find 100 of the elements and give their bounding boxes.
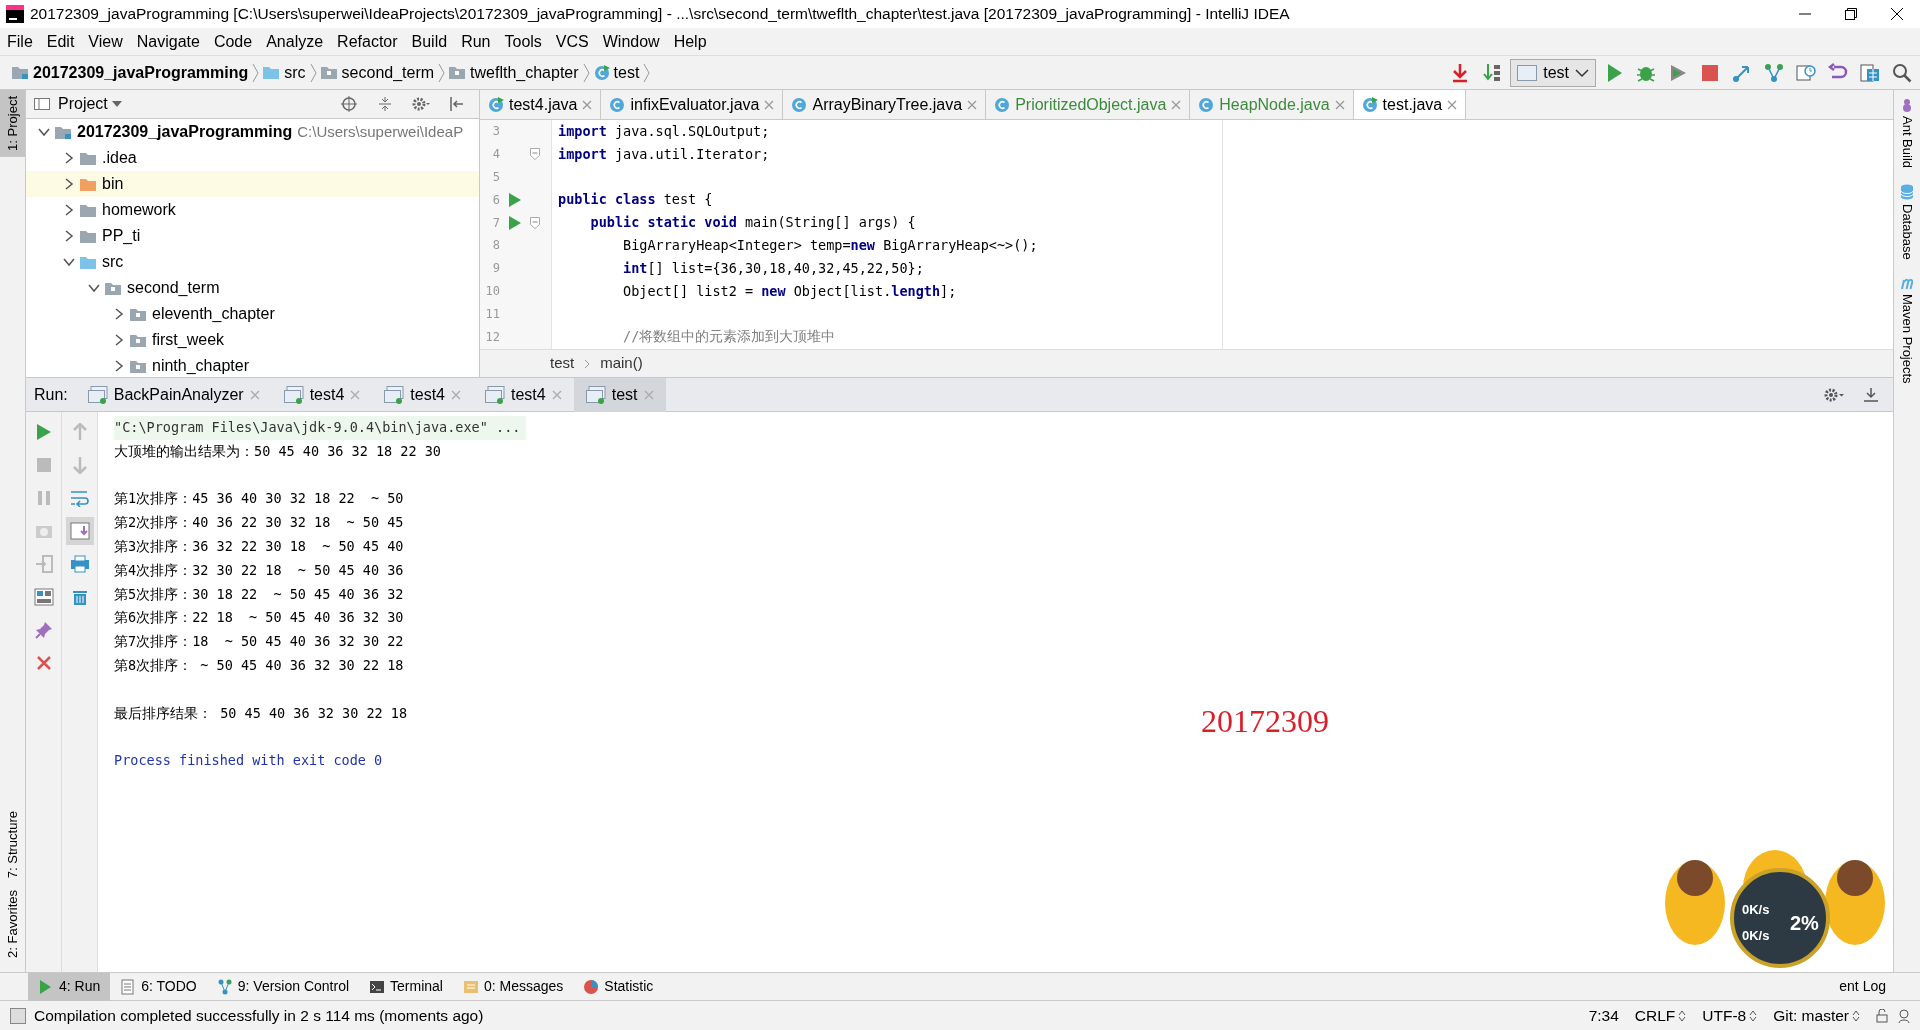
line-separator-selector[interactable]: CRLF [1626, 1003, 1695, 1028]
exit-door-icon [34, 555, 53, 573]
tree-item[interactable]: src [26, 249, 479, 275]
camera-icon [34, 523, 53, 539]
breadcrumb-item[interactable]: tweflth_chapter [445, 60, 583, 85]
folder-icon [130, 358, 147, 374]
tool-window-tab[interactable]: 6: TODO [110, 972, 207, 1001]
project-view-dropdown[interactable]: Project [58, 92, 122, 116]
statistic-tab-icon [583, 978, 600, 995]
console-line: 第8次排序： ~ 50 45 40 36 32 30 22 18 [114, 656, 404, 673]
lock-icon [1876, 1008, 1888, 1023]
caret-position[interactable]: 7:34 [1580, 1003, 1627, 1028]
tree-item-label: homework [102, 200, 176, 220]
download-arrow-icon [1451, 62, 1470, 83]
download-speed: 0K/s [1742, 927, 1770, 945]
tree-item[interactable]: eleventh_chapter [26, 301, 479, 327]
tree-item[interactable]: bin [26, 171, 479, 197]
menu-item[interactable]: Refactor [330, 29, 405, 54]
code-line: int[] list={36,30,18,40,32,45,22,50}; [622, 259, 924, 276]
console-window-icon [485, 385, 505, 404]
menu-item[interactable]: View [81, 29, 130, 54]
up-down-arrows-icon [1678, 1009, 1687, 1022]
menu-item[interactable]: Run [454, 29, 498, 54]
tree-item-label: second_term [127, 278, 220, 298]
pin-icon [34, 621, 53, 639]
project-path: C:\Users\superwei\IdeaP [297, 121, 464, 142]
project-view-icon [34, 96, 50, 112]
structure-icon [1860, 62, 1880, 83]
restore-icon [1845, 8, 1857, 20]
menu-item[interactable]: Code [206, 29, 260, 54]
scroll-to-end-button[interactable] [65, 517, 94, 545]
messages-tab-icon [462, 978, 479, 995]
tree-item[interactable]: PP_ti [26, 223, 479, 249]
menu-item[interactable]: Window [595, 29, 667, 54]
tool-window-tab[interactable]: Statistic [573, 972, 664, 1001]
run-tab[interactable]: BackPainAnalyzer [75, 377, 272, 412]
gear-icon [1824, 386, 1846, 403]
encoding-selector[interactable]: UTF-8 [1694, 1003, 1766, 1028]
tool-window-tab[interactable]: 0: Messages [452, 972, 574, 1001]
tree-item[interactable]: homework [26, 197, 479, 223]
run-tab[interactable]: test [573, 377, 666, 412]
window-icon [1517, 64, 1538, 81]
close-icon [451, 389, 461, 400]
breadcrumb-item[interactable]: test [589, 60, 644, 85]
class-icon [593, 64, 610, 81]
vcs-tab-icon [216, 978, 233, 995]
folder-icon [263, 65, 281, 80]
tree-item[interactable]: first_week [26, 327, 479, 353]
menu-item[interactable]: Edit [39, 29, 82, 54]
event-log-tab[interactable]: ent Log [1829, 972, 1896, 1001]
menu-item[interactable]: Analyze [259, 29, 331, 54]
line-number: 7 [491, 214, 500, 232]
folder-icon [80, 176, 97, 192]
console-line: 第2次排序：40 36 22 30 32 18 ~ 50 45 [114, 514, 404, 531]
folder-icon [55, 124, 72, 140]
run-tab[interactable]: test4 [473, 377, 574, 412]
tool-window-tab[interactable]: 2: Favorites [0, 884, 25, 964]
run-tab[interactable]: test4 [372, 377, 473, 412]
tree-item[interactable]: second_term [26, 275, 479, 301]
editor-breadcrumb[interactable]: main() [600, 352, 643, 375]
tool-window-tab[interactable]: Terminal [359, 972, 453, 1001]
printer-icon [69, 555, 90, 573]
tool-window-tab[interactable]: Ant Build [1894, 96, 1920, 171]
menu-item[interactable]: Tools [497, 29, 549, 54]
editor-breadcrumb[interactable]: test [550, 352, 575, 375]
tool-window-tab[interactable]: 4: Run [28, 972, 111, 1001]
vcs-branch-selector[interactable]: Git: master [1765, 1003, 1868, 1028]
line-number: 5 [491, 169, 500, 186]
todo-tab-icon [120, 978, 137, 995]
editor-tab[interactable]: test.java [1353, 90, 1467, 119]
run-gutter-icon [509, 192, 521, 207]
tree-item[interactable]: 20172309_javaProgramming C:\Users\superwei\IdeaP [26, 119, 479, 145]
tool-window-tab[interactable]: 1: Project [0, 90, 25, 157]
tool-window-tab[interactable]: Database [1894, 182, 1920, 262]
gear-icon [412, 96, 430, 112]
pause-icon [35, 490, 52, 506]
tool-window-tab[interactable]: 9: Version Control [206, 972, 360, 1001]
chevron-icon [309, 62, 317, 83]
folder-icon [105, 280, 122, 296]
line-number: 10 [484, 282, 500, 300]
menu-item[interactable]: VCS [548, 29, 596, 54]
breadcrumb-item[interactable]: src [259, 60, 310, 85]
tree-item[interactable]: .idea [26, 145, 479, 171]
tree-item[interactable]: ninth_chapter [26, 353, 479, 379]
run-configuration-dropdown[interactable]: test [1510, 58, 1596, 87]
menu-item[interactable]: Build [404, 29, 455, 54]
menu-item[interactable]: File [0, 29, 40, 54]
code-line: import java.sql.SQLOutput; [558, 123, 770, 139]
console-window-icon [585, 385, 606, 404]
menu-item[interactable]: Navigate [129, 29, 207, 54]
menu-item[interactable]: Help [666, 29, 714, 54]
console-line: 第1次排序：45 36 40 30 32 18 22 ~ 50 [114, 490, 404, 507]
close-icon [1447, 99, 1458, 110]
breadcrumb-item[interactable]: second_term [316, 60, 439, 85]
tool-window-tab[interactable]: Maven Projects [1894, 273, 1920, 386]
console-line: 第5次排序：30 18 22 ~ 50 45 40 36 32 [114, 585, 404, 602]
sort-icon [1483, 62, 1502, 83]
run-tab[interactable]: test4 [271, 377, 373, 412]
breadcrumb-item[interactable]: 20172309_javaProgramming [8, 60, 253, 85]
tool-window-tab[interactable]: 7: Structure [0, 804, 25, 885]
